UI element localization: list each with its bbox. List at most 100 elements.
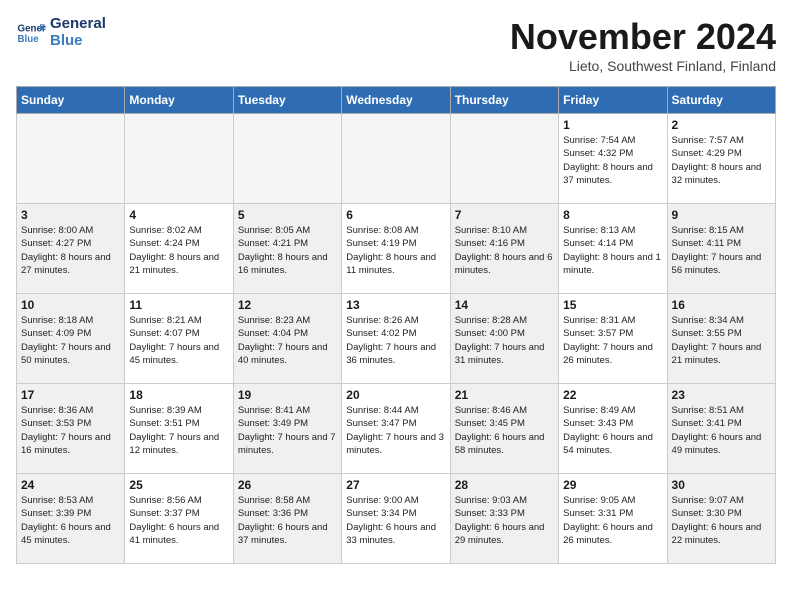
calendar-day-cell: 18 Sunrise: 8:39 AM Sunset: 3:51 PM Dayli… <box>125 384 233 474</box>
day-info: Sunrise: 8:28 AM Sunset: 4:00 PM Dayligh… <box>455 314 554 367</box>
calendar-day-cell: 16Sunrise: 8:34 AM Sunset: 3:55 PM Dayli… <box>667 294 775 384</box>
day-number: 22 <box>563 388 662 402</box>
calendar-header-row: SundayMondayTuesdayWednesdayThursdayFrid… <box>17 87 776 114</box>
calendar-day-cell: 5 Sunrise: 8:05 AM Sunset: 4:21 PM Daylig… <box>233 204 341 294</box>
day-number: 4 <box>129 208 228 222</box>
day-info: Sunrise: 8:08 AM Sunset: 4:19 PM Dayligh… <box>346 224 445 277</box>
day-number: 6 <box>346 208 445 222</box>
day-info: Sunrise: 8:51 AM Sunset: 3:41 PM Dayligh… <box>672 404 771 457</box>
day-number: 7 <box>455 208 554 222</box>
logo: General Blue General Blue <box>16 16 106 49</box>
calendar-day-cell: 2Sunrise: 7:57 AM Sunset: 4:29 PM Daylig… <box>667 114 775 204</box>
day-info: Sunrise: 8:44 AM Sunset: 3:47 PM Dayligh… <box>346 404 445 457</box>
logo-line1: General <box>50 16 106 33</box>
day-number: 27 <box>346 478 445 492</box>
day-info: Sunrise: 8:58 AM Sunset: 3:36 PM Dayligh… <box>238 494 337 547</box>
day-number: 3 <box>21 208 120 222</box>
calendar-day-cell: 17 Sunrise: 8:36 AM Sunset: 3:53 PM Dayli… <box>17 384 125 474</box>
day-info: Sunrise: 8:46 AM Sunset: 3:45 PM Dayligh… <box>455 404 554 457</box>
day-number: 8 <box>563 208 662 222</box>
day-info: Sunrise: 7:54 AM Sunset: 4:32 PM Dayligh… <box>563 134 662 187</box>
calendar-day-cell: 3 Sunrise: 8:00 AM Sunset: 4:27 PM Daylig… <box>17 204 125 294</box>
location: Lieto, Southwest Finland, Finland <box>510 58 776 74</box>
calendar-day-cell: 27 Sunrise: 9:00 AM Sunset: 3:34 PM Dayli… <box>342 474 450 564</box>
day-info: Sunrise: 8:02 AM Sunset: 4:24 PM Dayligh… <box>129 224 228 277</box>
weekday-header: Thursday <box>450 87 558 114</box>
day-number: 24 <box>21 478 120 492</box>
weekday-header: Tuesday <box>233 87 341 114</box>
calendar-day-cell: 19 Sunrise: 8:41 AM Sunset: 3:49 PM Dayli… <box>233 384 341 474</box>
logo-line2: Blue <box>50 33 106 50</box>
calendar-day-cell <box>342 114 450 204</box>
day-info: Sunrise: 8:00 AM Sunset: 4:27 PM Dayligh… <box>21 224 120 277</box>
day-info: Sunrise: 7:57 AM Sunset: 4:29 PM Dayligh… <box>672 134 771 187</box>
day-info: Sunrise: 8:41 AM Sunset: 3:49 PM Dayligh… <box>238 404 337 457</box>
calendar-day-cell: 25Sunrise: 8:56 AM Sunset: 3:37 PM Dayli… <box>125 474 233 564</box>
day-number: 9 <box>672 208 771 222</box>
day-info: Sunrise: 8:39 AM Sunset: 3:51 PM Dayligh… <box>129 404 228 457</box>
calendar-day-cell: 30 Sunrise: 9:07 AM Sunset: 3:30 PM Dayli… <box>667 474 775 564</box>
calendar-day-cell: 8 Sunrise: 8:13 AM Sunset: 4:14 PM Daylig… <box>559 204 667 294</box>
calendar-day-cell: 20 Sunrise: 8:44 AM Sunset: 3:47 PM Dayli… <box>342 384 450 474</box>
day-info: Sunrise: 9:05 AM Sunset: 3:31 PM Dayligh… <box>563 494 662 547</box>
calendar-day-cell: 4 Sunrise: 8:02 AM Sunset: 4:24 PM Daylig… <box>125 204 233 294</box>
calendar-day-cell: 29 Sunrise: 9:05 AM Sunset: 3:31 PM Dayli… <box>559 474 667 564</box>
calendar-day-cell: 24 Sunrise: 8:53 AM Sunset: 3:39 PM Dayli… <box>17 474 125 564</box>
day-number: 28 <box>455 478 554 492</box>
calendar-day-cell: 12 Sunrise: 8:23 AM Sunset: 4:04 PM Dayli… <box>233 294 341 384</box>
day-info: Sunrise: 8:23 AM Sunset: 4:04 PM Dayligh… <box>238 314 337 367</box>
day-info: Sunrise: 8:10 AM Sunset: 4:16 PM Dayligh… <box>455 224 554 277</box>
calendar-day-cell: 28Sunrise: 9:03 AM Sunset: 3:33 PM Dayli… <box>450 474 558 564</box>
day-number: 12 <box>238 298 337 312</box>
weekday-header: Friday <box>559 87 667 114</box>
day-number: 15 <box>563 298 662 312</box>
weekday-header: Sunday <box>17 87 125 114</box>
calendar-day-cell: 23 Sunrise: 8:51 AM Sunset: 3:41 PM Dayli… <box>667 384 775 474</box>
page-header: General Blue General Blue November 2024 … <box>16 16 776 74</box>
day-info: Sunrise: 8:36 AM Sunset: 3:53 PM Dayligh… <box>21 404 120 457</box>
day-number: 23 <box>672 388 771 402</box>
day-number: 30 <box>672 478 771 492</box>
day-info: Sunrise: 8:31 AM Sunset: 3:57 PM Dayligh… <box>563 314 662 367</box>
calendar-week-row: 10Sunrise: 8:18 AM Sunset: 4:09 PM Dayli… <box>17 294 776 384</box>
day-number: 1 <box>563 118 662 132</box>
calendar-day-cell: 10Sunrise: 8:18 AM Sunset: 4:09 PM Dayli… <box>17 294 125 384</box>
calendar-day-cell <box>17 114 125 204</box>
day-number: 21 <box>455 388 554 402</box>
day-number: 17 <box>21 388 120 402</box>
day-info: Sunrise: 8:05 AM Sunset: 4:21 PM Dayligh… <box>238 224 337 277</box>
day-info: Sunrise: 8:53 AM Sunset: 3:39 PM Dayligh… <box>21 494 120 547</box>
calendar-day-cell: 6 Sunrise: 8:08 AM Sunset: 4:19 PM Daylig… <box>342 204 450 294</box>
day-number: 29 <box>563 478 662 492</box>
calendar-day-cell: 21 Sunrise: 8:46 AM Sunset: 3:45 PM Dayli… <box>450 384 558 474</box>
calendar-day-cell <box>125 114 233 204</box>
day-info: Sunrise: 8:13 AM Sunset: 4:14 PM Dayligh… <box>563 224 662 277</box>
day-info: Sunrise: 8:26 AM Sunset: 4:02 PM Dayligh… <box>346 314 445 367</box>
day-number: 11 <box>129 298 228 312</box>
day-number: 10 <box>21 298 120 312</box>
calendar-day-cell: 26Sunrise: 8:58 AM Sunset: 3:36 PM Dayli… <box>233 474 341 564</box>
weekday-header: Wednesday <box>342 87 450 114</box>
calendar-week-row: 24 Sunrise: 8:53 AM Sunset: 3:39 PM Dayli… <box>17 474 776 564</box>
day-number: 18 <box>129 388 228 402</box>
day-info: Sunrise: 9:07 AM Sunset: 3:30 PM Dayligh… <box>672 494 771 547</box>
month-title: November 2024 <box>510 16 776 58</box>
calendar-day-cell: 11Sunrise: 8:21 AM Sunset: 4:07 PM Dayli… <box>125 294 233 384</box>
day-info: Sunrise: 8:56 AM Sunset: 3:37 PM Dayligh… <box>129 494 228 547</box>
day-number: 20 <box>346 388 445 402</box>
calendar-table: SundayMondayTuesdayWednesdayThursdayFrid… <box>16 86 776 564</box>
calendar-week-row: 17 Sunrise: 8:36 AM Sunset: 3:53 PM Dayli… <box>17 384 776 474</box>
day-info: Sunrise: 9:00 AM Sunset: 3:34 PM Dayligh… <box>346 494 445 547</box>
calendar-day-cell: 1 Sunrise: 7:54 AM Sunset: 4:32 PM Daylig… <box>559 114 667 204</box>
day-number: 13 <box>346 298 445 312</box>
calendar-day-cell: 15 Sunrise: 8:31 AM Sunset: 3:57 PM Dayli… <box>559 294 667 384</box>
calendar-week-row: 3 Sunrise: 8:00 AM Sunset: 4:27 PM Daylig… <box>17 204 776 294</box>
calendar-day-cell <box>233 114 341 204</box>
calendar-day-cell: 9Sunrise: 8:15 AM Sunset: 4:11 PM Daylig… <box>667 204 775 294</box>
day-number: 5 <box>238 208 337 222</box>
svg-text:Blue: Blue <box>18 34 40 45</box>
day-number: 19 <box>238 388 337 402</box>
title-section: November 2024 Lieto, Southwest Finland, … <box>510 16 776 74</box>
weekday-header: Saturday <box>667 87 775 114</box>
weekday-header: Monday <box>125 87 233 114</box>
